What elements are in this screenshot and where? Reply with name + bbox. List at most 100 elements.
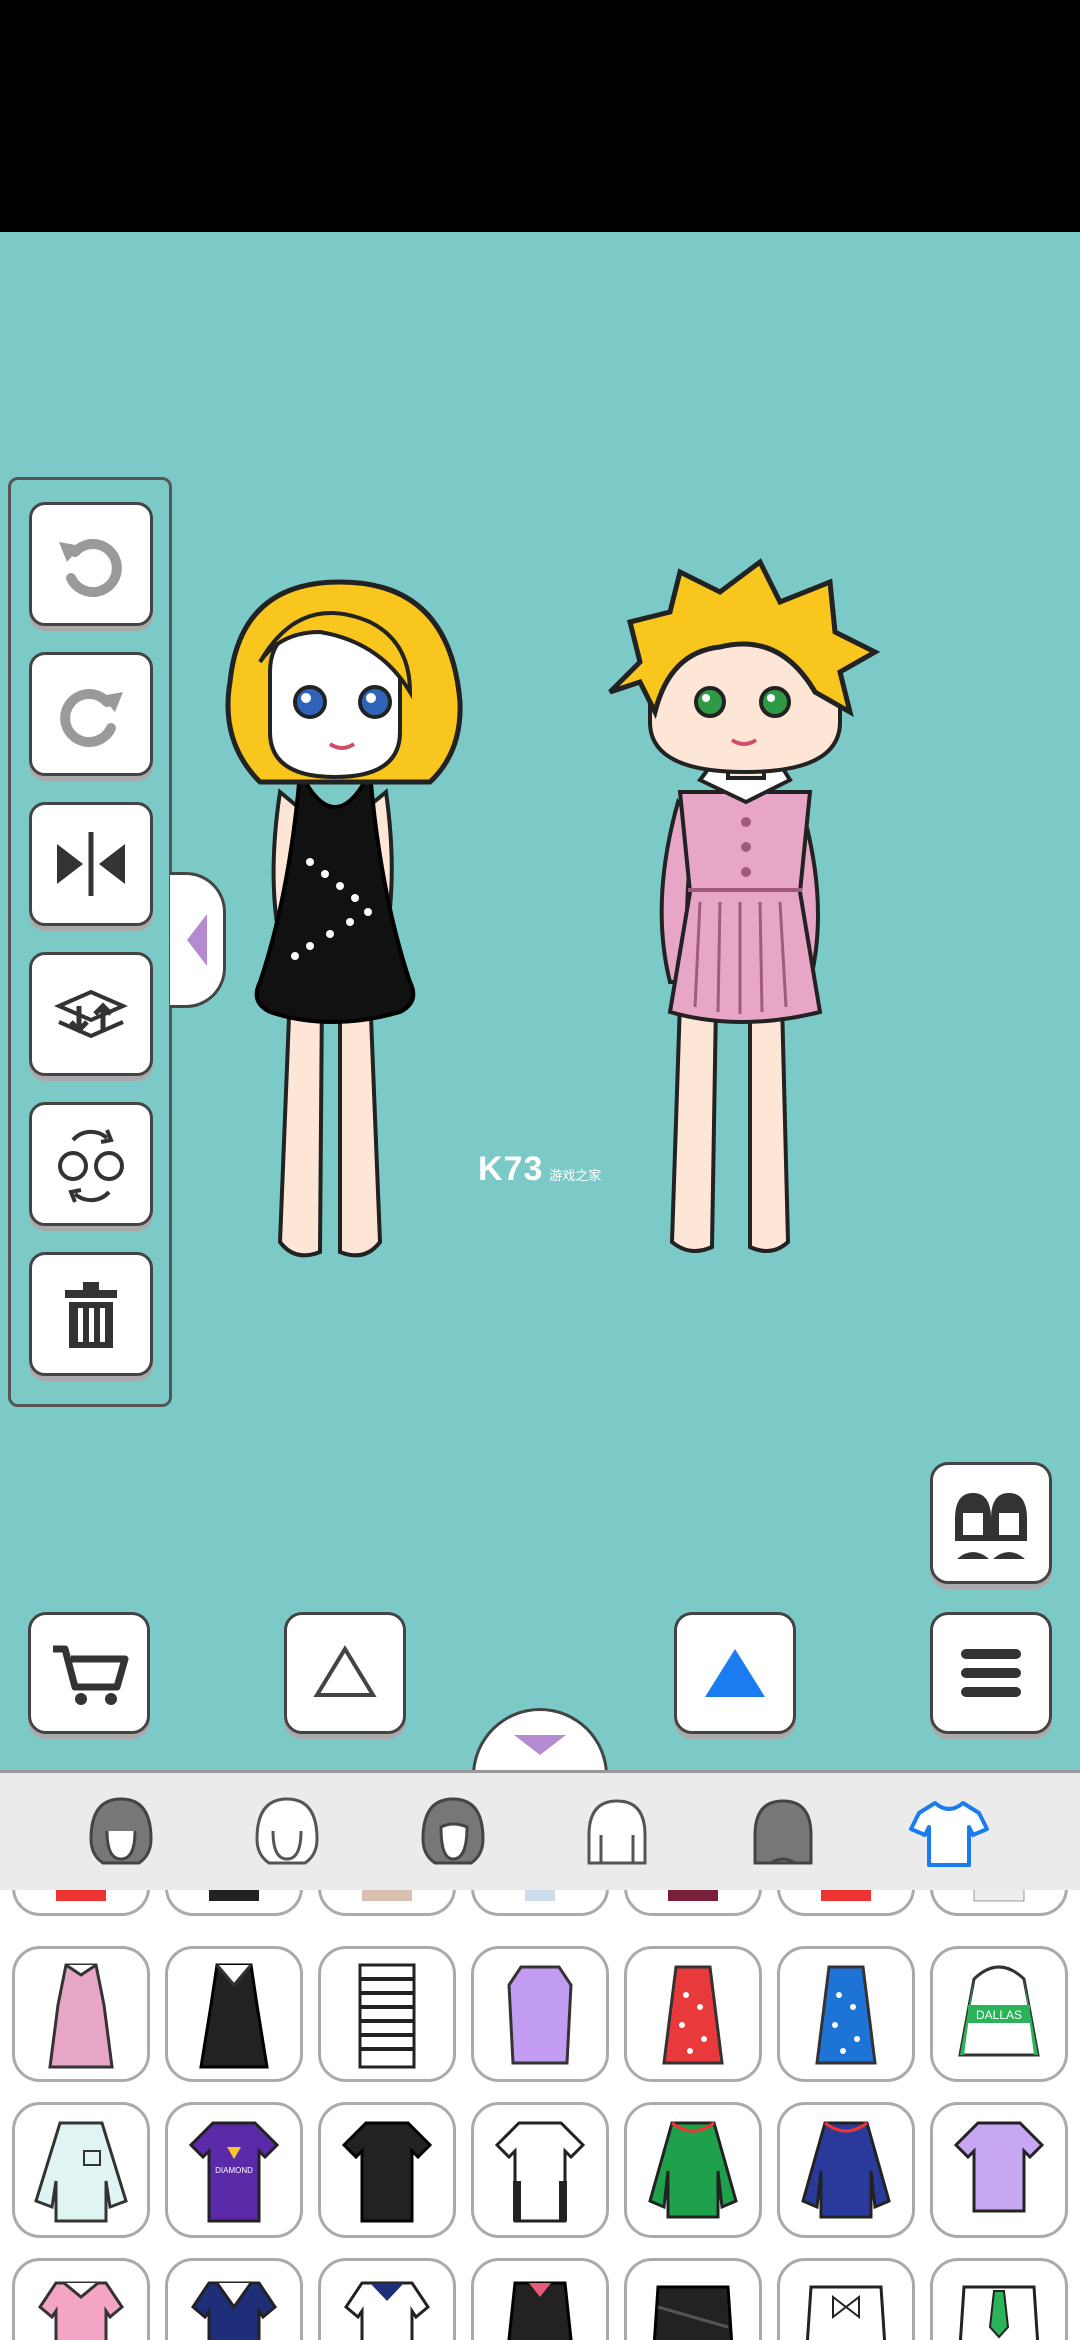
category-hair-4[interactable] (562, 1791, 672, 1875)
hair-style-icon (89, 1797, 153, 1865)
wardrobe-item[interactable] (777, 1890, 915, 1916)
light-blue-shirt-icon (34, 2121, 128, 2223)
swap-character-button[interactable] (29, 1102, 153, 1226)
wardrobe-item[interactable] (930, 1890, 1068, 1916)
lavender-tee-icon (953, 2121, 1045, 2213)
wardrobe-item-black-coat[interactable] (471, 2258, 609, 2340)
wardrobe-item-purple-graphic-tee[interactable]: DIAMOND (165, 2102, 303, 2238)
white-sailor-top-icon (344, 2281, 430, 2340)
hair-style-icon (753, 1799, 813, 1865)
wardrobe-item-striped-sweater[interactable] (318, 1946, 456, 2082)
plaid-top-icon (973, 1890, 1025, 1902)
redo-button[interactable] (29, 652, 153, 776)
character-boy-pink-dress[interactable] (600, 552, 890, 1282)
white-tee-icon (494, 2121, 586, 2223)
triangle-filled-icon (705, 1649, 765, 1697)
black-wrap-top-icon (652, 2285, 734, 2340)
watermark-logo: K73 (478, 1150, 544, 1188)
cart-icon (53, 1645, 129, 1705)
wardrobe-item-white-tee[interactable] (471, 2102, 609, 2238)
purple-graphic-tee-icon: DIAMOND (188, 2121, 280, 2223)
category-tops[interactable] (894, 1791, 1004, 1875)
pink-collar-top-icon (38, 2281, 124, 2340)
wardrobe-item[interactable] (12, 1890, 150, 1916)
category-hair-2[interactable] (232, 1791, 342, 1875)
wardrobe-item-navy-sailor-top[interactable] (165, 2258, 303, 2340)
watermark: K73 游戏之家 (478, 1150, 601, 1189)
undo-button[interactable] (29, 502, 153, 626)
navy-sailor-top-icon (191, 2281, 277, 2340)
select-right-character-button[interactable] (674, 1612, 796, 1734)
tool-panel (8, 477, 172, 1407)
watermark-sub: 游戏之家 (549, 1168, 602, 1183)
wardrobe-item-black-tee[interactable] (318, 2102, 456, 2238)
wardrobe-item[interactable] (318, 1890, 456, 1916)
dressup-stage: K73 游戏之家 (0, 232, 1080, 1770)
wardrobe-item-green-hoodie[interactable]: DALLAS (930, 1946, 1068, 2082)
red-dotted-dress-icon (662, 1965, 724, 2065)
green-sweatshirt-icon (648, 2121, 738, 2219)
category-hair-5[interactable] (728, 1791, 838, 1875)
red-dotted-top-icon (821, 1890, 871, 1901)
character-swap-icon (58, 1129, 124, 1203)
select-left-character-button[interactable] (284, 1612, 406, 1734)
wardrobe-item-pink-collar-top[interactable] (12, 2258, 150, 2340)
wardrobe-item[interactable] (165, 1890, 303, 1916)
wardrobe-item-black-dress[interactable] (165, 1946, 303, 2082)
hair-style-icon (421, 1797, 485, 1865)
two-characters-icon (955, 1493, 1027, 1559)
redo-icon (60, 689, 123, 748)
wardrobe-item-pink-dress[interactable] (12, 1946, 150, 2082)
status-bar (0, 0, 1080, 232)
wardrobe-item-blue-dotted-dress[interactable] (777, 1946, 915, 2082)
blue-dotted-dress-icon (815, 1965, 877, 2065)
undo-icon (59, 539, 122, 598)
layer-swap-icon (54, 989, 128, 1039)
menu-button[interactable] (930, 1612, 1052, 1734)
character-girl-black-dress[interactable] (200, 562, 480, 1282)
wardrobe-item[interactable] (471, 1890, 609, 1916)
shop-button[interactable] (28, 1612, 150, 1734)
pink-dress-icon (48, 1963, 114, 2069)
black-tee-icon (341, 2121, 433, 2223)
triangle-outline-icon (313, 1645, 377, 1697)
category-bar (0, 1770, 1080, 1890)
green-tie-shirt-icon (958, 2285, 1040, 2340)
hair-style-icon (587, 1799, 647, 1865)
wardrobe-item-light-blue-shirt[interactable] (12, 2102, 150, 2238)
hoodie-print-text: DALLAS (976, 2008, 1022, 2022)
striped-sweater-icon (358, 1963, 416, 2069)
blue-top-icon (525, 1890, 555, 1901)
black-dress-icon (199, 1963, 269, 2069)
wardrobe-item-green-sweatshirt[interactable] (624, 2102, 762, 2238)
hair-style-icon (255, 1797, 319, 1865)
white-bow-blouse-icon (805, 2285, 887, 2340)
wardrobe-item[interactable] (624, 1890, 762, 1916)
wardrobe-collapse-tab[interactable] (472, 1708, 608, 1770)
characters-button[interactable] (930, 1462, 1052, 1584)
wardrobe-item-purple-tee-dress[interactable] (471, 1946, 609, 2082)
wardrobe-items: DALLAS DIAMOND (0, 1890, 1080, 2340)
delete-button[interactable] (29, 1252, 153, 1376)
hamburger-icon (961, 1649, 1021, 1697)
category-hair-1[interactable] (66, 1791, 176, 1875)
wardrobe-item-red-dotted-dress[interactable] (624, 1946, 762, 2082)
flip-horizontal-icon (57, 832, 125, 896)
tshirt-icon (909, 1801, 989, 1867)
purple-tee-dress-icon (507, 1965, 573, 2065)
navy-sweatshirt-icon (801, 2121, 891, 2219)
maroon-top-icon (668, 1890, 718, 1901)
wardrobe-item-lavender-tee[interactable] (930, 2102, 1068, 2238)
black-coat-icon (507, 2281, 573, 2340)
layer-order-button[interactable] (29, 952, 153, 1076)
wardrobe-item-black-wrap-top[interactable] (624, 2258, 762, 2340)
wardrobe-item-green-tie-shirt[interactable] (930, 2258, 1068, 2340)
black-top-icon (209, 1890, 259, 1901)
flip-button[interactable] (29, 802, 153, 926)
wardrobe-item-white-sailor-top[interactable] (318, 2258, 456, 2340)
red-top-icon (56, 1890, 106, 1901)
beige-top-icon (362, 1890, 412, 1901)
wardrobe-item-navy-sweatshirt[interactable] (777, 2102, 915, 2238)
wardrobe-item-white-bow-blouse[interactable] (777, 2258, 915, 2340)
category-hair-3[interactable] (398, 1791, 508, 1875)
